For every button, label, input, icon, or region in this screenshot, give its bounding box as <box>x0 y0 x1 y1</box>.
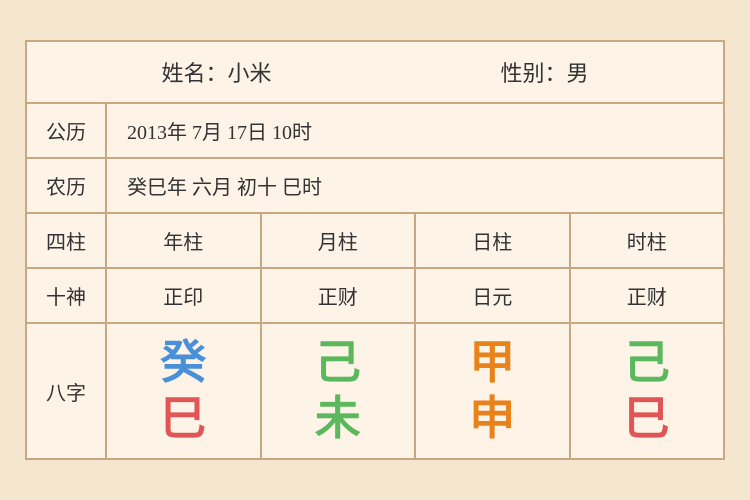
bazi-row: 八字 癸 巳 己 未 甲 申 己 巳 <box>27 324 723 458</box>
solar-label: 公历 <box>27 104 107 157</box>
shishen-row: 十神 正印 正财 日元 正财 <box>27 269 723 324</box>
shishen-year: 正印 <box>107 269 262 322</box>
bazi-year-top: 癸 <box>160 340 206 386</box>
bazi-month-cell: 己 未 <box>262 324 417 458</box>
bazi-hour-top: 己 <box>624 340 670 386</box>
month-column-label: 月柱 <box>262 214 417 267</box>
shishen-label: 十神 <box>27 269 107 322</box>
year-column-label: 年柱 <box>107 214 262 267</box>
lunar-label: 农历 <box>27 159 107 212</box>
shishen-day: 日元 <box>416 269 571 322</box>
lunar-value: 癸巳年 六月 初十 巳时 <box>107 159 723 212</box>
hour-column-label: 时柱 <box>571 214 724 267</box>
gender-label: 性别：男 <box>500 56 588 88</box>
shishen-hour: 正财 <box>571 269 724 322</box>
bazi-month-bottom: 未 <box>315 396 361 442</box>
bazi-label: 八字 <box>27 324 107 458</box>
bazi-day-cell: 甲 申 <box>416 324 571 458</box>
sizhu-label: 四柱 <box>27 214 107 267</box>
day-column-label: 日柱 <box>416 214 571 267</box>
column-header-row: 四柱 年柱 月柱 日柱 时柱 <box>27 214 723 269</box>
header-row: 姓名：小米 性别：男 <box>27 42 723 104</box>
bazi-day-bottom: 申 <box>469 396 515 442</box>
bazi-day-top: 甲 <box>469 340 515 386</box>
bazi-hour-bottom: 巳 <box>624 396 670 442</box>
solar-row: 公历 2013年 7月 17日 10时 <box>27 104 723 159</box>
lunar-row: 农历 癸巳年 六月 初十 巳时 <box>27 159 723 214</box>
main-container: 姓名：小米 性别：男 公历 2013年 7月 17日 10时 农历 癸巳年 六月… <box>25 40 725 460</box>
bazi-year-bottom: 巳 <box>160 396 206 442</box>
name-label: 姓名：小米 <box>161 56 271 88</box>
bazi-year-cell: 癸 巳 <box>107 324 262 458</box>
bazi-month-top: 己 <box>315 340 361 386</box>
shishen-month: 正财 <box>262 269 417 322</box>
bazi-hour-cell: 己 巳 <box>571 324 724 458</box>
solar-value: 2013年 7月 17日 10时 <box>107 104 723 157</box>
